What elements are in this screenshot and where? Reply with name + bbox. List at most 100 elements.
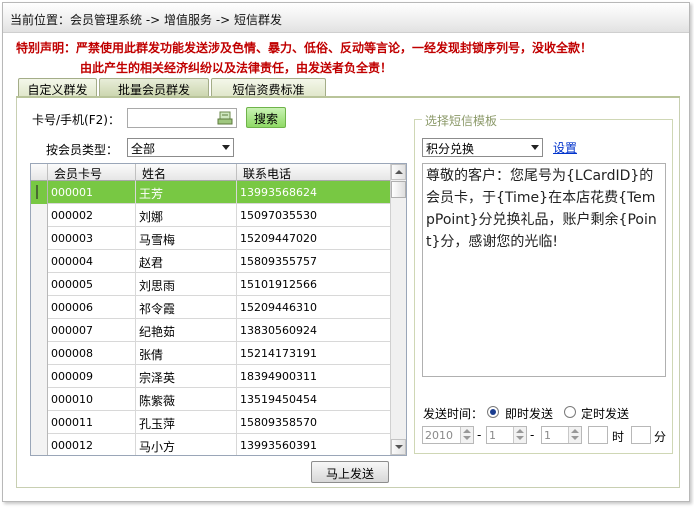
table-row[interactable]: 000002 刘娜 15097035530 bbox=[31, 204, 391, 227]
month-stepper[interactable]: 1 bbox=[486, 426, 527, 444]
message-textarea[interactable]: 尊敬的客户：您尾号为{LCardID}的会员卡，于{Time}在本店花费{Tem… bbox=[422, 163, 666, 377]
row-header[interactable] bbox=[31, 250, 48, 273]
scroll-thumb[interactable] bbox=[391, 181, 406, 198]
cell-name: 张倩 bbox=[136, 342, 237, 365]
member-type-select[interactable]: 全部 bbox=[127, 138, 234, 157]
scroll-up-button[interactable] bbox=[391, 164, 406, 180]
row-header[interactable] bbox=[31, 434, 48, 455]
day-stepper-buttons[interactable] bbox=[568, 427, 581, 443]
table-row[interactable]: 000009 宗泽英 18394900311 bbox=[31, 365, 391, 388]
month-value: 1 bbox=[489, 429, 496, 442]
hour-unit-label: 时 bbox=[612, 430, 625, 444]
hour-input[interactable] bbox=[588, 426, 608, 444]
cell-card: 000005 bbox=[48, 273, 136, 296]
row-header[interactable] bbox=[31, 181, 48, 204]
table-row[interactable]: 000011 孔玉萍 15809358570 bbox=[31, 411, 391, 434]
grid-header: 会员卡号 姓名 联系电话 bbox=[31, 164, 391, 181]
row-header[interactable] bbox=[31, 388, 48, 411]
send-now-button[interactable]: 马上发送 bbox=[311, 461, 389, 483]
cell-name: 刘娜 bbox=[136, 204, 237, 227]
row-header[interactable] bbox=[31, 342, 48, 365]
year-value: 2010 bbox=[425, 429, 453, 442]
arrow-up-icon bbox=[395, 170, 403, 174]
table-row[interactable]: 000006 祁令霞 15209446310 bbox=[31, 296, 391, 319]
column-header-name[interactable]: 姓名 bbox=[136, 164, 237, 181]
cell-card: 000001 bbox=[48, 181, 136, 204]
cell-phone: 13993560391 bbox=[237, 434, 391, 455]
row-header[interactable] bbox=[31, 365, 48, 388]
table-row[interactable]: 000008 张倩 15214173191 bbox=[31, 342, 391, 365]
date-separator: - bbox=[530, 428, 535, 442]
immediate-send-radio[interactable] bbox=[487, 406, 499, 418]
cell-card: 000008 bbox=[48, 342, 136, 365]
scroll-down-button[interactable] bbox=[391, 439, 406, 455]
cell-card: 000012 bbox=[48, 434, 136, 455]
member-grid: 会员卡号 姓名 联系电话 000001 王芳 13993568624 000002 刘娜… bbox=[30, 163, 407, 456]
tab-batch-member-send[interactable]: 批量会员群发 bbox=[99, 78, 209, 97]
cell-name: 孔玉萍 bbox=[136, 411, 237, 434]
send-time-label: 发送时间： bbox=[423, 407, 484, 421]
cell-phone: 15809358570 bbox=[237, 411, 391, 434]
immediate-send-label[interactable]: 即时发送 bbox=[505, 405, 553, 422]
search-button[interactable]: 搜索 bbox=[246, 107, 286, 128]
scheduled-send-radio[interactable] bbox=[564, 406, 576, 418]
cell-card: 000007 bbox=[48, 319, 136, 342]
year-stepper-buttons[interactable] bbox=[460, 427, 473, 443]
cell-name: 祁令霞 bbox=[136, 296, 237, 319]
minute-unit-label: 分 bbox=[654, 430, 667, 444]
cell-phone: 13830560924 bbox=[237, 319, 391, 342]
scheduled-send-label[interactable]: 定时发送 bbox=[581, 405, 629, 422]
cell-phone: 18394900311 bbox=[237, 365, 391, 388]
member-lookup-icon[interactable] bbox=[217, 110, 233, 126]
month-stepper-buttons[interactable] bbox=[513, 427, 526, 443]
row-header[interactable] bbox=[31, 411, 48, 434]
template-value: 积分兑换 bbox=[426, 142, 475, 156]
cell-phone: 15809355757 bbox=[237, 250, 391, 273]
member-type-value: 全部 bbox=[131, 142, 156, 156]
cell-name: 王芳 bbox=[136, 181, 237, 204]
column-header-card[interactable]: 会员卡号 bbox=[48, 164, 136, 181]
cell-name: 赵君 bbox=[136, 250, 237, 273]
arrow-up-icon bbox=[571, 429, 579, 433]
cell-phone: 15101912566 bbox=[237, 273, 391, 296]
tab-custom-send[interactable]: 自定义群发 bbox=[18, 78, 97, 97]
chevron-down-icon bbox=[222, 145, 230, 150]
tab-sms-pricing[interactable]: 短信资费标准 bbox=[211, 78, 326, 97]
template-group-legend: 选择短信模板 bbox=[422, 112, 501, 129]
row-header[interactable] bbox=[31, 227, 48, 250]
cell-phone: 13993568624 bbox=[237, 181, 391, 204]
table-row[interactable]: 000001 王芳 13993568624 bbox=[31, 181, 391, 204]
breadcrumb: 当前位置：会员管理系统 -> 增值服务 -> 短信群发 bbox=[3, 3, 689, 33]
card-phone-label: 卡号/手机(F2)： bbox=[32, 113, 120, 127]
table-row[interactable]: 000004 赵君 15809355757 bbox=[31, 250, 391, 273]
arrow-down-icon bbox=[395, 445, 403, 449]
column-header-phone[interactable]: 联系电话 bbox=[237, 164, 391, 181]
cell-name: 陈紫薇 bbox=[136, 388, 237, 411]
table-row[interactable]: 000012 马小方 13993560391 bbox=[31, 434, 391, 455]
row-header[interactable] bbox=[31, 204, 48, 227]
day-value: 1 bbox=[544, 429, 551, 442]
cell-card: 000006 bbox=[48, 296, 136, 319]
table-row[interactable]: 000010 陈紫薇 13519450454 bbox=[31, 388, 391, 411]
row-header[interactable] bbox=[31, 273, 48, 296]
notice-line-1: 特别声明：严禁使用此群发功能发送涉及色情、暴力、低俗、反动等言论，一经发现封锁序… bbox=[16, 41, 593, 55]
settings-link[interactable]: 设置 bbox=[553, 139, 577, 156]
table-row[interactable]: 000005 刘思雨 15101912566 bbox=[31, 273, 391, 296]
cell-phone: 15209446310 bbox=[237, 296, 391, 319]
arrow-down-icon bbox=[571, 436, 579, 440]
minute-input[interactable] bbox=[631, 426, 651, 444]
table-row[interactable]: 000007 纪艳茹 13830560924 bbox=[31, 319, 391, 342]
row-header[interactable] bbox=[31, 296, 48, 319]
cell-card: 000003 bbox=[48, 227, 136, 250]
arrow-up-icon bbox=[516, 429, 524, 433]
template-select[interactable]: 积分兑换 bbox=[422, 138, 543, 157]
arrow-up-icon bbox=[463, 429, 471, 433]
day-stepper[interactable]: 1 bbox=[541, 426, 582, 444]
cell-name: 马小方 bbox=[136, 434, 237, 455]
grid-vertical-scrollbar[interactable] bbox=[390, 164, 406, 455]
row-header[interactable] bbox=[31, 319, 48, 342]
cell-phone: 15214173191 bbox=[237, 342, 391, 365]
table-row[interactable]: 000003 马雪梅 15209447020 bbox=[31, 227, 391, 250]
chevron-down-icon bbox=[531, 145, 539, 150]
year-stepper[interactable]: 2010 bbox=[422, 426, 474, 444]
